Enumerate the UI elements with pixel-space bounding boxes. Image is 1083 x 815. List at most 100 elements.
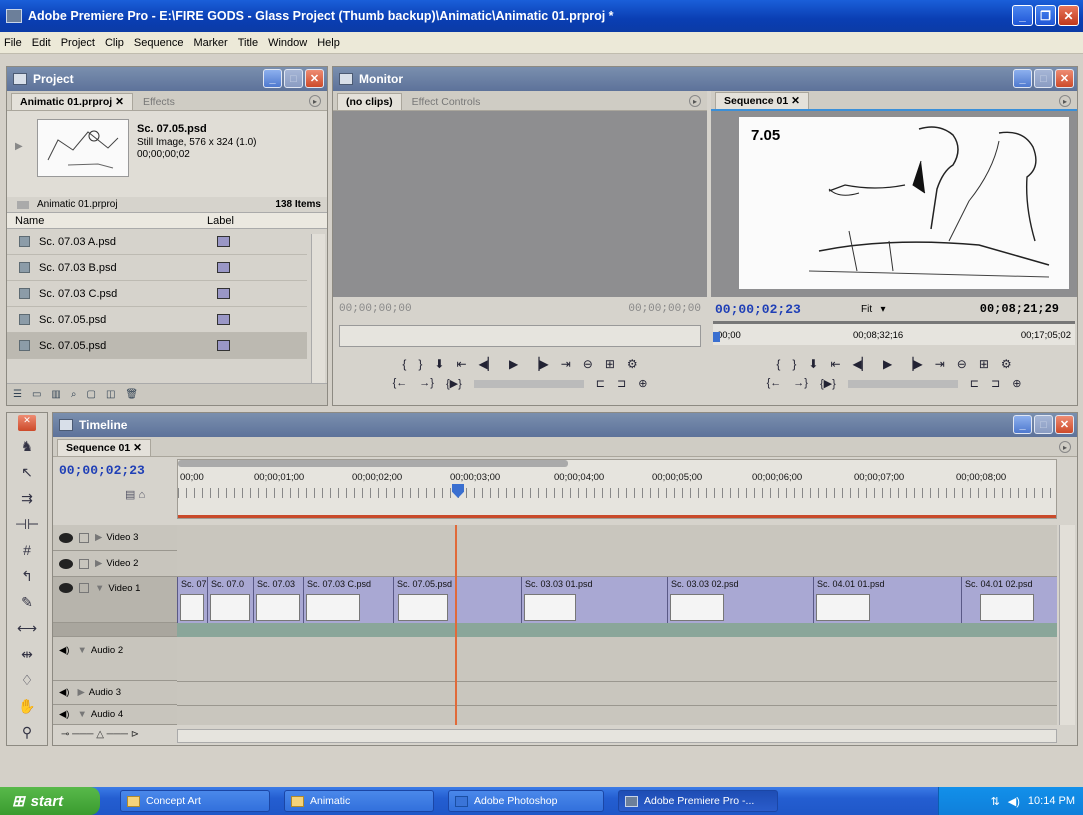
label-swatch[interactable] bbox=[217, 314, 230, 325]
selection-tool-icon[interactable]: ↖ bbox=[16, 461, 38, 483]
maximize-button[interactable]: ❐ bbox=[1035, 5, 1056, 26]
column-name-header[interactable]: Name bbox=[15, 215, 44, 227]
speaker-icon[interactable]: ◀) bbox=[59, 709, 69, 720]
tray-network-icon[interactable]: ⇅ bbox=[991, 795, 1000, 808]
step-back-icon[interactable]: ◀▏ bbox=[479, 357, 497, 371]
play-icon[interactable]: ▶ bbox=[509, 357, 518, 371]
zoom-select[interactable]: Fit ▾ bbox=[861, 304, 885, 315]
go-to-out-icon[interactable]: ⇥ bbox=[935, 357, 945, 371]
program-time-ruler[interactable]: 00;00 00;08;32;16 00;17;05;02 bbox=[713, 321, 1075, 345]
tab-effects[interactable]: Effects bbox=[135, 94, 183, 110]
track-header-audio4[interactable]: ◀) ▼ Audio 4 bbox=[53, 705, 177, 725]
label-swatch[interactable] bbox=[217, 236, 230, 247]
video1-track-lane[interactable]: Sc. 07 Sc. 07.0 Sc. 07.03 Sc. 07.03 C.ps… bbox=[177, 577, 1057, 623]
rolling-edit-tool-icon[interactable]: # bbox=[16, 539, 38, 561]
start-button[interactable]: ⊞ start bbox=[0, 787, 100, 815]
audio1-track-lane[interactable] bbox=[177, 623, 1057, 637]
project-scrollbar[interactable] bbox=[311, 234, 325, 384]
mark-in-icon[interactable]: { bbox=[402, 357, 406, 371]
eye-icon[interactable] bbox=[59, 583, 73, 593]
insert-icon[interactable]: ⊏ bbox=[596, 377, 605, 390]
play-preview-icon[interactable]: ▶ bbox=[15, 141, 23, 152]
track-header-audio3[interactable]: ◀) ▶ Audio 3 bbox=[53, 681, 177, 705]
snap-icon[interactable]: ▤ ⌂ bbox=[125, 488, 177, 501]
menu-window[interactable]: Window bbox=[268, 37, 307, 49]
list-item[interactable]: Sc. 07.03 C.psd bbox=[7, 281, 307, 307]
track-header-video3[interactable]: ▶ Video 3 bbox=[53, 525, 177, 551]
pen-tool-icon[interactable]: ♢ bbox=[16, 669, 38, 691]
play-in-out-icon[interactable]: {▶} bbox=[820, 377, 836, 390]
list-item[interactable]: Sc. 07.03 B.psd bbox=[7, 255, 307, 281]
monitor-maximize-button[interactable]: □ bbox=[1034, 69, 1053, 88]
list-view-icon[interactable]: ☰ bbox=[13, 389, 22, 400]
tab-sequence[interactable]: Sequence 01 ✕ bbox=[57, 439, 151, 456]
label-swatch[interactable] bbox=[217, 288, 230, 299]
output-icon[interactable]: ⚙ bbox=[627, 357, 638, 371]
go-in-icon[interactable]: {← bbox=[767, 377, 782, 390]
taskbar-item-concept-art[interactable]: Concept Art bbox=[120, 790, 270, 812]
mark-out-icon[interactable]: } bbox=[418, 357, 422, 371]
play-in-out-icon[interactable]: {▶} bbox=[446, 377, 462, 390]
mark-out-icon[interactable]: } bbox=[792, 357, 796, 371]
tab-close-icon[interactable]: ✕ bbox=[133, 442, 142, 454]
speaker-icon[interactable]: ◀) bbox=[59, 645, 69, 656]
zoom-tool-icon[interactable]: ⚲ bbox=[16, 721, 38, 743]
output-icon[interactable]: ⚙ bbox=[1001, 357, 1012, 371]
work-area-bar[interactable] bbox=[178, 460, 568, 467]
menu-sequence[interactable]: Sequence bbox=[134, 37, 184, 49]
timeline-maximize-button[interactable]: □ bbox=[1034, 415, 1053, 434]
label-swatch[interactable] bbox=[217, 262, 230, 273]
timeline-clip[interactable]: Sc. 04.01 02.psd bbox=[961, 577, 1057, 623]
safe-margins-icon[interactable]: ⊞ bbox=[979, 357, 989, 371]
timeline-clip[interactable]: Sc. 07.0 bbox=[207, 577, 253, 623]
slip-tool-icon[interactable]: ⟷ bbox=[16, 617, 38, 639]
icon-view-icon[interactable]: ▭ bbox=[32, 389, 41, 400]
menu-project[interactable]: Project bbox=[61, 37, 95, 49]
close-button[interactable]: ✕ bbox=[1058, 5, 1079, 26]
new-bin-icon[interactable]: ▢ bbox=[86, 389, 95, 400]
overlay-icon[interactable]: ⊐ bbox=[617, 377, 626, 390]
audio-tracks-lane[interactable] bbox=[177, 637, 1057, 725]
play-icon[interactable]: ▶ bbox=[883, 357, 892, 371]
clock[interactable]: 10:14 PM bbox=[1028, 795, 1075, 807]
column-label-header[interactable]: Label bbox=[207, 215, 234, 227]
eye-icon[interactable] bbox=[59, 558, 73, 569]
go-out-icon[interactable]: →} bbox=[793, 377, 808, 390]
timeline-minimize-button[interactable]: _ bbox=[1013, 415, 1032, 434]
tab-close-icon[interactable]: ✕ bbox=[115, 96, 124, 108]
loop-icon[interactable]: ⊖ bbox=[583, 357, 593, 371]
timeline-close-button[interactable]: ✕ bbox=[1055, 415, 1074, 434]
monitor-minimize-button[interactable]: _ bbox=[1013, 69, 1032, 88]
menu-clip[interactable]: Clip bbox=[105, 37, 124, 49]
jog-shuttle[interactable] bbox=[473, 380, 584, 388]
timeline-vertical-scrollbar[interactable] bbox=[1059, 525, 1075, 725]
speaker-icon[interactable]: ◀) bbox=[59, 687, 69, 698]
step-forward-icon[interactable]: ▕▶ bbox=[904, 357, 922, 371]
menu-file[interactable]: File bbox=[4, 37, 22, 49]
tab-close-icon[interactable]: ✕ bbox=[791, 95, 800, 107]
safe-margins-icon[interactable]: ⊞ bbox=[605, 357, 615, 371]
panel-menu-icon[interactable]: ▸ bbox=[1059, 95, 1071, 107]
taskbar-item-photoshop[interactable]: Adobe Photoshop bbox=[448, 790, 604, 812]
list-item[interactable]: Sc. 07.03 A.psd bbox=[7, 229, 307, 255]
project-close-button[interactable]: ✕ bbox=[305, 69, 324, 88]
timeline-clip[interactable]: Sc. 03.03 01.psd bbox=[521, 577, 667, 623]
tab-project[interactable]: Animatic 01.prproj ✕ bbox=[11, 93, 133, 110]
list-item-selected[interactable]: Sc. 07.05.psd bbox=[7, 333, 307, 359]
timeline-clip[interactable]: Sc. 07.05.psd bbox=[393, 577, 521, 623]
mark-in-icon[interactable]: { bbox=[776, 357, 780, 371]
loop-icon[interactable]: ⊖ bbox=[957, 357, 967, 371]
timeline-ruler[interactable]: 00;00 00;00;01;00 00;00;02;00 00;00;03;0… bbox=[177, 459, 1057, 519]
tab-sequence[interactable]: Sequence 01 ✕ bbox=[715, 92, 809, 109]
tab-source[interactable]: (no clips) bbox=[337, 93, 402, 110]
timeline-clip[interactable]: Sc. 07.03 bbox=[253, 577, 303, 623]
timeline-horizontal-scrollbar[interactable] bbox=[177, 729, 1057, 743]
go-to-out-icon[interactable]: ⇥ bbox=[561, 357, 571, 371]
panel-menu-icon[interactable]: ▸ bbox=[1059, 441, 1071, 453]
taskbar-item-animatic[interactable]: Animatic bbox=[284, 790, 434, 812]
step-back-icon[interactable]: ◀▏ bbox=[853, 357, 871, 371]
panel-menu-icon[interactable]: ▸ bbox=[309, 95, 321, 107]
panel-menu-icon[interactable]: ▸ bbox=[689, 95, 701, 107]
taskbar-item-premiere[interactable]: Adobe Premiere Pro -... bbox=[618, 790, 778, 812]
timeline-current-tc[interactable]: 00;00;02;23 bbox=[59, 463, 177, 478]
